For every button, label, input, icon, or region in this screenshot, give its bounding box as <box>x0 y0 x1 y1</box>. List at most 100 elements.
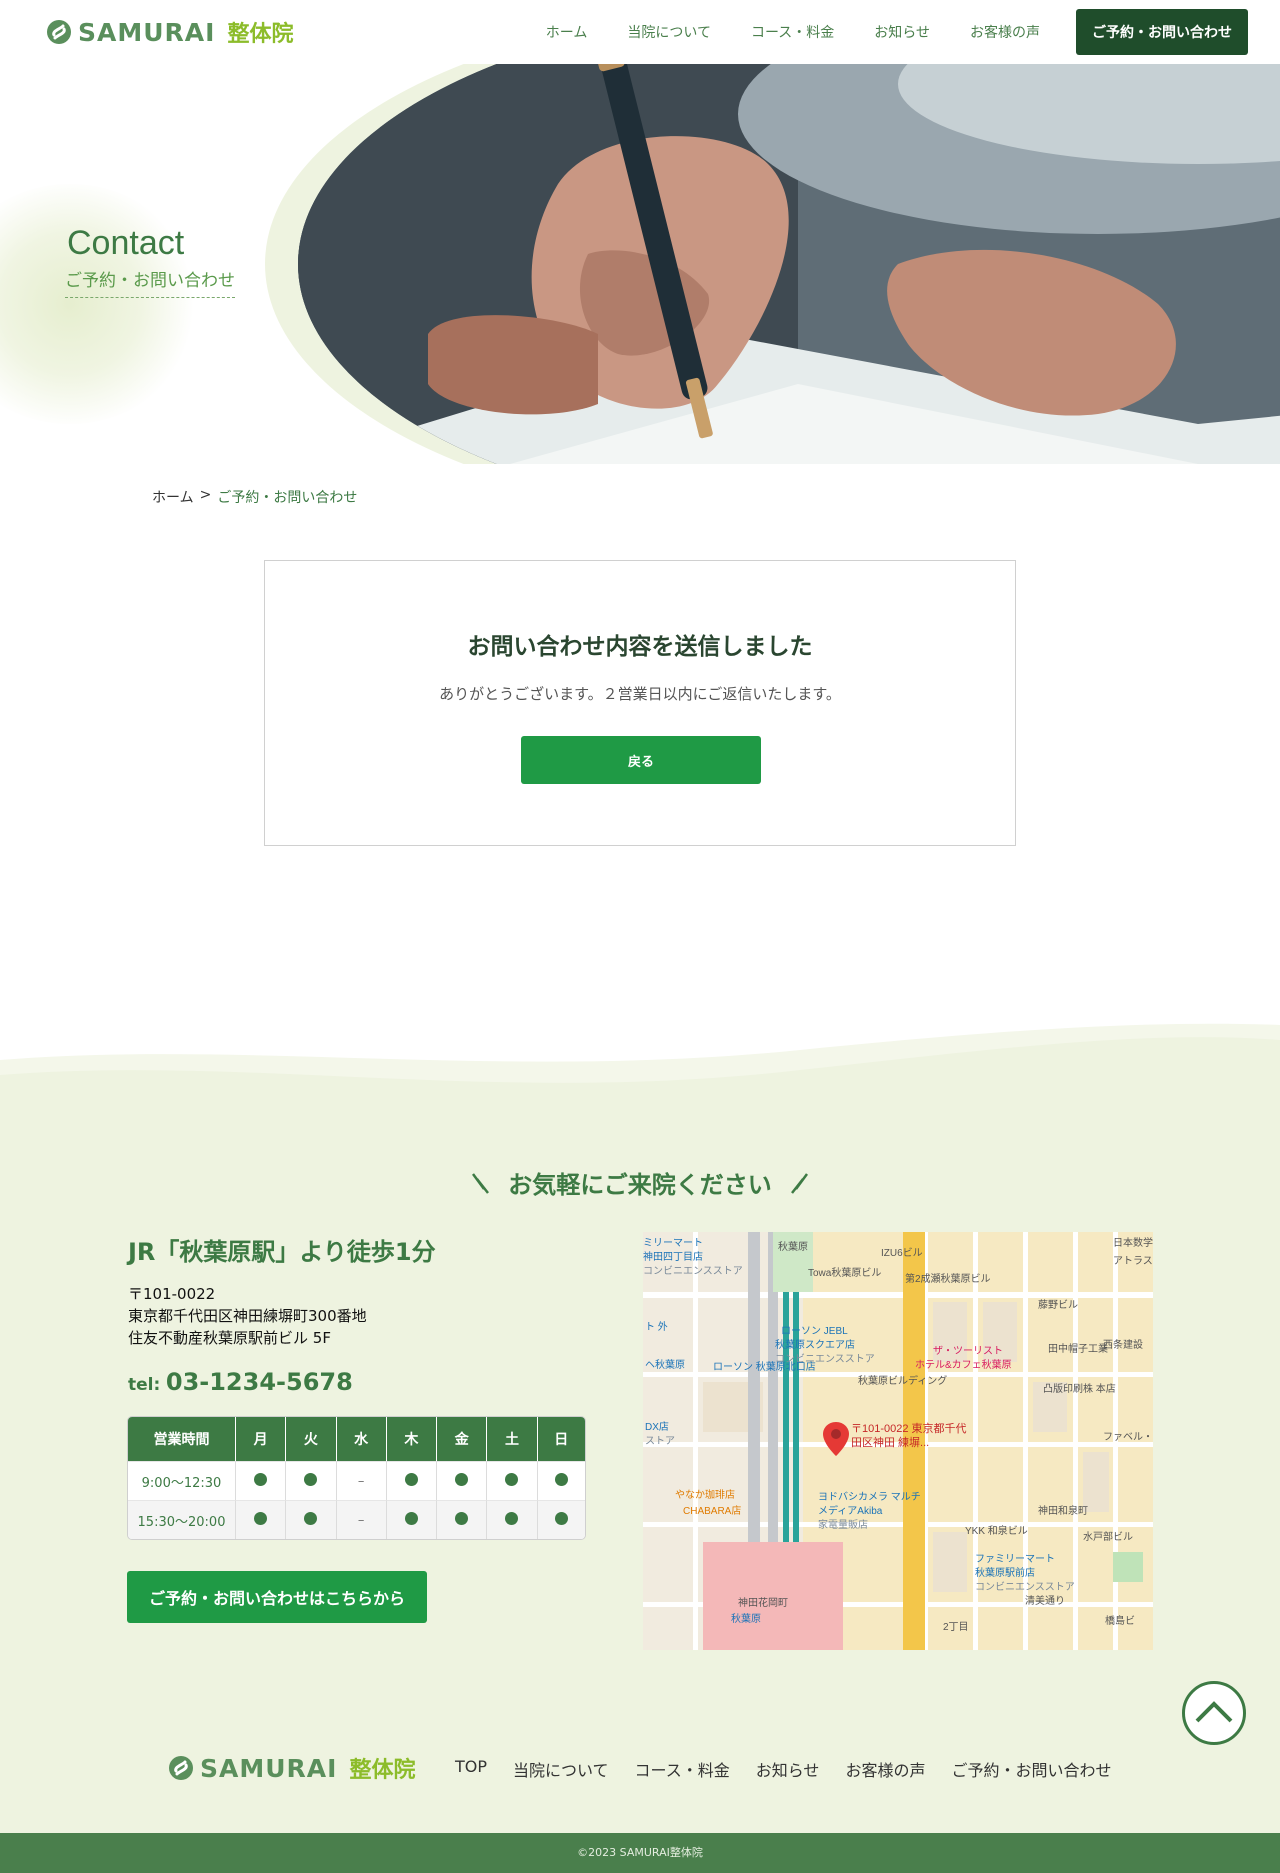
open-dot-icon <box>404 1472 418 1486</box>
address-line-1: 東京都千代田区神田練塀町300番地 <box>128 1307 367 1325</box>
breadcrumb-home[interactable]: ホーム <box>152 487 194 507</box>
back-button[interactable]: 戻る <box>521 736 761 784</box>
open-dot-icon <box>505 1472 519 1486</box>
hero-glow <box>0 184 200 424</box>
nav-home[interactable]: ホーム <box>546 22 588 42</box>
map-label: ザ・ツーリスト <box>933 1346 1003 1357</box>
nav-contact-button[interactable]: ご予約・お問い合わせ <box>1076 9 1248 55</box>
hours-header-thu: 木 <box>386 1417 438 1461</box>
access-info: JR「秋葉原駅」より徒歩1分 <box>128 1238 436 1266</box>
footer-logo[interactable]: SAMURAI 整体院 <box>168 1752 415 1784</box>
site-header: SAMURAI 整体院 ホーム 当院について コース・料金 お知らせ お客様の声… <box>0 0 1280 64</box>
hours-cell-thu <box>386 1500 438 1539</box>
map-label: 秋葉原ビルディング <box>858 1376 948 1387</box>
map-label: 橋島ビ <box>1105 1616 1135 1627</box>
open-dot-icon <box>455 1511 469 1525</box>
open-dot-icon <box>404 1511 418 1525</box>
footer-logo-subtext: 整体院 <box>349 1758 416 1783</box>
map-label: ヘ秋葉原 <box>645 1360 685 1371</box>
map-label: アトラス <box>1113 1256 1153 1267</box>
hours-time: 15:30〜20:00 <box>128 1500 236 1539</box>
map-label: 水戸部ビル <box>1083 1532 1133 1543</box>
confirmation-text: ありがとうございます。２営業日以内にご返信いたします。 <box>439 685 841 703</box>
footer-nav-voice[interactable]: お客様の声 <box>845 1757 925 1781</box>
map-label: 藤野ビル <box>1038 1300 1078 1311</box>
footer-logo-text: SAMURAI <box>200 1753 338 1783</box>
footer-nav-contact[interactable]: ご予約・お問い合わせ <box>951 1757 1111 1781</box>
breadcrumb: ホーム > ご予約・お問い合わせ <box>152 487 357 507</box>
open-dot-icon <box>455 1472 469 1486</box>
logo-subtext: 整体院 <box>227 22 294 47</box>
nav-news[interactable]: お知らせ <box>874 22 930 42</box>
footer-nav-about[interactable]: 当院について <box>513 1757 609 1781</box>
map-label: DX店 <box>645 1422 669 1433</box>
breadcrumb-separator: > <box>199 487 212 503</box>
map-label: 清美通り <box>1025 1596 1065 1607</box>
hero: Contact ご予約・お問い合わせ <box>0 64 1280 464</box>
hours-cell-sun <box>537 1500 585 1539</box>
map-label: 日本数学 <box>1113 1238 1153 1249</box>
map-label: ファミリーマート <box>975 1554 1055 1565</box>
back-to-top-button[interactable] <box>1182 1681 1246 1745</box>
confirmation-title: お問い合わせ内容を送信しました <box>467 634 813 660</box>
phone-number[interactable]: 03-1234-5678 <box>166 1368 353 1396</box>
business-hours-table: 営業時間 月 火 水 木 金 土 日 9:00〜12:30–15:30〜20:0… <box>128 1417 585 1539</box>
hours-header-sat: 土 <box>487 1417 538 1461</box>
open-dot-icon <box>554 1511 568 1525</box>
hours-header-fri: 金 <box>437 1417 488 1461</box>
map-label: やなか珈琲店 <box>675 1490 735 1501</box>
google-map[interactable]: ミリーマート 神田四丁目店 コンビニエンスストア 秋葉原 Towa秋葉原ビル IZU6ビル… <box>643 1232 1153 1650</box>
chevron-up-icon <box>1195 1701 1233 1723</box>
reserve-button[interactable]: ご予約・お問い合わせはこちらから <box>127 1571 427 1623</box>
logo-mark-icon <box>47 20 71 44</box>
hours-cell-mon <box>236 1461 287 1500</box>
visit-heading-text: お気軽にご来院ください <box>508 1171 772 1199</box>
hours-header-row: 営業時間 月 火 水 木 金 土 日 <box>128 1417 585 1461</box>
hero-photo <box>298 64 1280 464</box>
map-label: ト 外 <box>645 1322 668 1333</box>
hours-cell-sun <box>537 1461 585 1500</box>
hours-cell-sat <box>487 1461 538 1500</box>
page-title: Contact <box>67 224 185 262</box>
map-label: ヨドバシカメラ マルチ <box>818 1492 921 1503</box>
address-line-2: 住友不動産秋葉原駅前ビル 5F <box>128 1329 331 1347</box>
map-label: YKK 和泉ビル <box>965 1526 1028 1537</box>
nav-course[interactable]: コース・料金 <box>751 22 834 42</box>
map-label: 凸版印刷株 本店 <box>1043 1384 1116 1395</box>
footer-nav-course[interactable]: コース・料金 <box>635 1757 730 1781</box>
map-label: IZU6ビル <box>881 1248 923 1259</box>
map-label: コンビニエンスストア <box>975 1582 1075 1593</box>
confirmation-box: お問い合わせ内容を送信しました ありがとうございます。２営業日以内にご返信いたし… <box>264 560 1016 846</box>
map-label: 秋葉原 <box>778 1242 808 1253</box>
copyright: ©2023 SAMURAI整体院 <box>0 1833 1280 1873</box>
map-label: 秋葉原スクエア店 <box>775 1340 855 1351</box>
logo-text: SAMURAI <box>78 17 216 47</box>
map-label: 神田和泉町 <box>1038 1506 1088 1517</box>
nav-voice[interactable]: お客様の声 <box>970 22 1040 42</box>
visit-heading: お気軽にご来院ください <box>0 1165 1280 1200</box>
map-label: 第2成瀬秋葉原ビル <box>905 1274 991 1285</box>
map-pin-icon[interactable] <box>823 1422 849 1456</box>
footer-nav-top[interactable]: TOP <box>455 1757 487 1781</box>
hours-cell-mon <box>236 1500 287 1539</box>
map-label: Towa秋葉原ビル <box>808 1268 882 1279</box>
hours-cell-fri <box>437 1500 488 1539</box>
double-slash-right-icon <box>790 1172 808 1194</box>
map-label: ローソン JEBL <box>781 1326 848 1337</box>
map-label: メディアAkiba <box>818 1506 883 1517</box>
hours-time: 9:00〜12:30 <box>128 1461 236 1500</box>
address-block: 〒101-0022 東京都千代田区神田練塀町300番地 住友不動産秋葉原駅前ビル… <box>128 1283 367 1349</box>
writing-hand-illustration <box>298 64 1280 464</box>
hours-cell-tue <box>286 1461 337 1500</box>
map-label: コンビニエンスストア <box>643 1266 743 1277</box>
footer-nav: TOP 当院について コース・料金 お知らせ お客様の声 ご予約・お問い合わせ <box>455 1757 1111 1781</box>
map-label: CHABARA店 <box>683 1506 742 1517</box>
hours-row: 15:30〜20:00 – <box>128 1500 585 1539</box>
footer-logo-mark-icon <box>169 1756 193 1780</box>
phone[interactable]: tel: 03-1234-5678 <box>128 1368 353 1396</box>
main-nav: ホーム 当院について コース・料金 お知らせ お客様の声 ご予約・お問い合わせ <box>526 9 1248 55</box>
open-dot-icon <box>254 1472 268 1486</box>
nav-about[interactable]: 当院について <box>627 22 711 42</box>
site-logo[interactable]: SAMURAI 整体院 <box>46 16 293 48</box>
footer-nav-news[interactable]: お知らせ <box>756 1757 820 1781</box>
